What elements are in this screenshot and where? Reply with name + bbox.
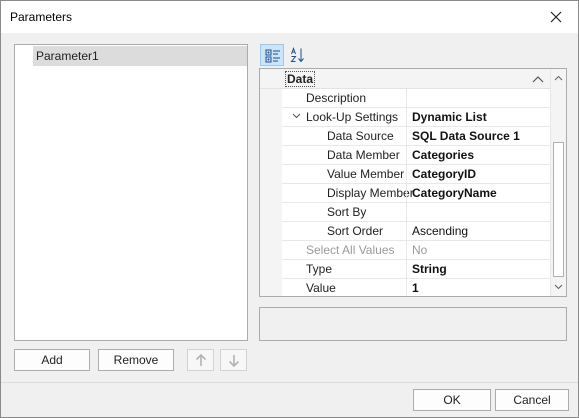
property-value[interactable]: 1 bbox=[406, 279, 550, 296]
property-row-data-source[interactable]: Data Source SQL Data Source 1 bbox=[282, 127, 550, 146]
scroll-down-arrow-icon[interactable] bbox=[554, 284, 563, 290]
property-grid[interactable]: Data Description Look-Up Settings Dynami… bbox=[259, 68, 567, 297]
property-row-display-member[interactable]: Display Member CategoryName bbox=[282, 184, 550, 203]
remove-button[interactable]: Remove bbox=[98, 349, 174, 371]
vertical-scrollbar[interactable] bbox=[550, 69, 566, 296]
scrollbar-thumb[interactable] bbox=[553, 142, 564, 277]
property-value[interactable]: Categories bbox=[406, 146, 550, 164]
parameter-name: Parameter1 bbox=[36, 49, 99, 63]
property-row-lookup-settings[interactable]: Look-Up Settings Dynamic List bbox=[282, 108, 550, 127]
ok-button[interactable]: OK bbox=[413, 389, 491, 411]
categorized-view-icon bbox=[265, 49, 280, 63]
alphabetical-sort-button[interactable] bbox=[286, 44, 310, 66]
chevron-up-icon[interactable] bbox=[532, 75, 544, 83]
property-value: No bbox=[406, 241, 550, 259]
description-panel bbox=[259, 307, 567, 341]
property-value[interactable]: Dynamic List bbox=[406, 108, 550, 126]
chevron-down-icon[interactable] bbox=[292, 113, 301, 119]
close-button[interactable] bbox=[541, 5, 571, 29]
property-value[interactable] bbox=[406, 89, 550, 107]
category-label: Data bbox=[285, 71, 316, 87]
categorized-view-button[interactable] bbox=[260, 44, 284, 66]
property-value[interactable]: String bbox=[406, 260, 550, 278]
arrow-up-icon bbox=[195, 354, 207, 366]
scroll-up-arrow-icon[interactable] bbox=[554, 75, 563, 81]
property-value[interactable]: CategoryID bbox=[406, 165, 550, 183]
title-bar: Parameters bbox=[1, 1, 578, 33]
cancel-button[interactable]: Cancel bbox=[495, 389, 569, 411]
category-row[interactable]: Data bbox=[260, 69, 550, 89]
close-icon bbox=[550, 11, 562, 23]
property-row-sort-order[interactable]: Sort Order Ascending bbox=[282, 222, 550, 241]
sort-alphabetical-icon bbox=[290, 47, 304, 63]
property-row-type[interactable]: Type String bbox=[282, 260, 550, 279]
move-down-button[interactable] bbox=[220, 349, 247, 371]
add-button[interactable]: Add bbox=[14, 349, 90, 371]
dialog-title: Parameters bbox=[10, 10, 73, 24]
parameter-list[interactable]: Parameter1 bbox=[14, 44, 248, 341]
move-up-button[interactable] bbox=[187, 349, 214, 371]
property-value[interactable]: CategoryName bbox=[406, 184, 550, 202]
list-item-parameter1[interactable]: Parameter1 bbox=[33, 46, 247, 66]
property-value[interactable] bbox=[406, 203, 550, 221]
arrow-down-icon bbox=[228, 355, 240, 367]
property-value[interactable]: SQL Data Source 1 bbox=[406, 127, 550, 145]
property-row-data-member[interactable]: Data Member Categories bbox=[282, 146, 550, 165]
property-row-value-member[interactable]: Value Member CategoryID bbox=[282, 165, 550, 184]
parameters-dialog: Parameters Parameter1 Add Remove Data De… bbox=[0, 0, 579, 418]
property-row-sort-by[interactable]: Sort By bbox=[282, 203, 550, 222]
dialog-footer: OK Cancel bbox=[1, 382, 578, 417]
property-value[interactable]: Ascending bbox=[406, 222, 550, 240]
property-row-value[interactable]: Value 1 bbox=[282, 279, 550, 296]
grid-gutter bbox=[260, 89, 282, 296]
property-row-select-all-values: Select All Values No bbox=[282, 241, 550, 260]
property-row-description[interactable]: Description bbox=[282, 89, 550, 108]
